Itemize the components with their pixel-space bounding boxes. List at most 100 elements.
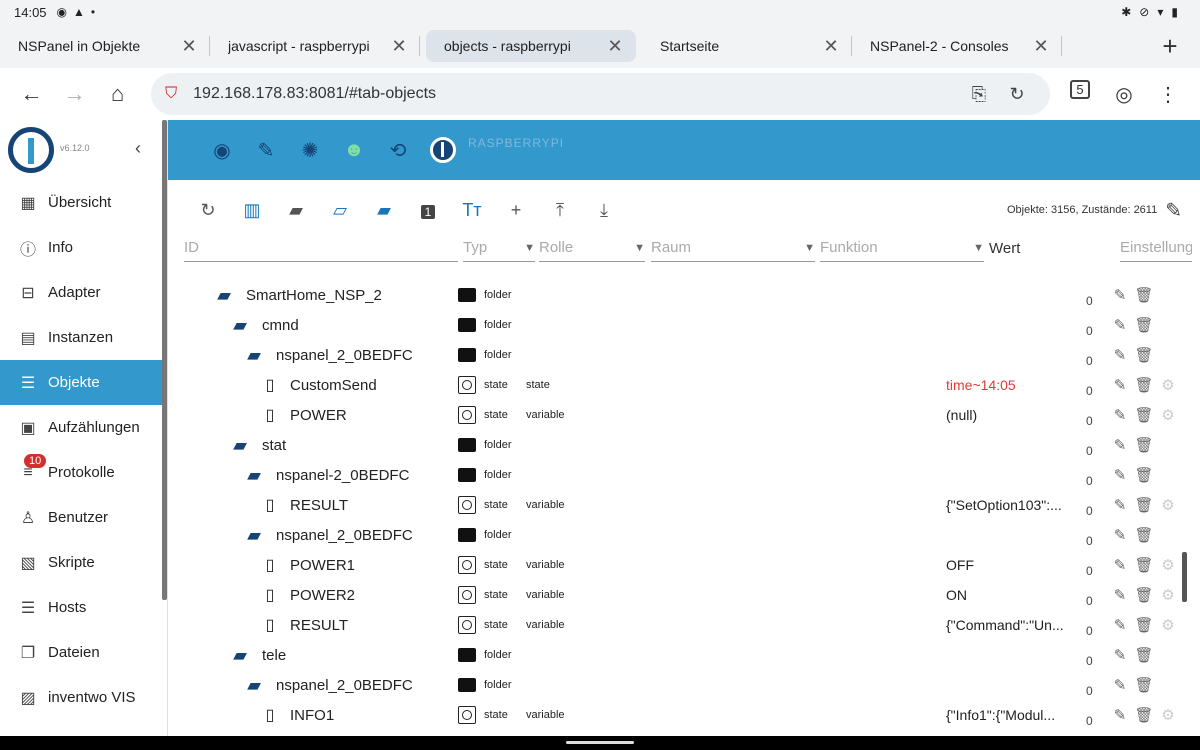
object-id[interactable]: ▯ RESULT: [262, 490, 348, 520]
object-value[interactable]: {"Command":"Un...: [946, 610, 1070, 640]
edit-icon[interactable]: ✎: [1108, 436, 1132, 454]
function-filter-select[interactable]: Funktion ▼: [820, 234, 984, 262]
tree-row[interactable]: ▰ stat folder 0 ✎ 🗑: [176, 430, 1186, 460]
sidebar-item-hosts[interactable]: ☰ Hosts: [0, 585, 167, 630]
edit-icon[interactable]: ✎: [1108, 646, 1132, 664]
object-id[interactable]: ▯ POWER: [262, 400, 347, 430]
trash-icon[interactable]: 🗑: [1132, 496, 1156, 514]
gear-icon[interactable]: ⚙: [1156, 406, 1180, 424]
gear-icon[interactable]: ⚙: [1156, 376, 1180, 394]
folder-open-icon[interactable]: ▰: [228, 645, 252, 666]
sidebar-item-aufz-hlungen[interactable]: ▣ Aufzählungen: [0, 405, 167, 450]
trash-icon[interactable]: 🗑: [1132, 316, 1156, 334]
trash-icon[interactable]: 🗑: [1132, 376, 1156, 394]
object-id[interactable]: ▰ cmnd: [228, 310, 299, 340]
edit-icon[interactable]: ✎: [1108, 706, 1132, 724]
trash-icon[interactable]: 🗑: [1132, 616, 1156, 634]
trash-icon[interactable]: 🗑: [1132, 586, 1156, 604]
url-text[interactable]: 192.168.178.83:8081/#tab-objects: [193, 85, 960, 103]
tree-row[interactable]: ▯ RESULT state variable {"Command":"Un... 0 ✎ 🗑…: [176, 610, 1186, 640]
home-icon[interactable]: ⌂: [96, 81, 139, 107]
install-app-icon[interactable]: ⎘: [960, 84, 998, 105]
edit-icon[interactable]: ✎: [1108, 586, 1132, 604]
trash-icon[interactable]: 🗑: [1132, 346, 1156, 364]
trash-icon[interactable]: 🗑: [1132, 526, 1156, 544]
tree-row[interactable]: ▯ RESULT state variable {"SetOption103":... 0…: [176, 490, 1186, 520]
edit-icon[interactable]: ✎: [1108, 406, 1132, 424]
upload-icon[interactable]: ⤒: [538, 200, 582, 221]
object-id[interactable]: ▰ stat: [228, 430, 286, 460]
folder-open-icon[interactable]: ▰: [228, 315, 252, 336]
tree-row[interactable]: ▯ INFO1 state variable {"Info1":{"Modul... 0 ✎…: [176, 700, 1186, 730]
wrench-icon[interactable]: ✎: [244, 138, 288, 163]
object-value[interactable]: ON: [946, 580, 1070, 610]
trash-icon[interactable]: 🗑: [1132, 286, 1156, 304]
edit-icon[interactable]: ✎: [1108, 556, 1132, 574]
account-icon[interactable]: ◎: [1102, 82, 1146, 107]
folder-collapse-icon[interactable]: ▰: [362, 200, 406, 221]
expert-mode-icon[interactable]: ☻: [332, 139, 376, 162]
tree-row[interactable]: ▰ nspanel_2_0BEDFC folder 0 ✎ 🗑: [176, 340, 1186, 370]
sidebar-item-adapter[interactable]: ⊟ Adapter: [0, 270, 167, 315]
id-filter-input[interactable]: ID: [184, 234, 458, 262]
edit-icon[interactable]: ✎: [1108, 616, 1132, 634]
sidebar-item-benutzer[interactable]: ♙ Benutzer: [0, 495, 167, 540]
tree-row[interactable]: ▯ POWER state variable (null) 0 ✎ 🗑 ⚙: [176, 400, 1186, 430]
trash-icon[interactable]: 🗑: [1132, 646, 1156, 664]
more-menu-icon[interactable]: ⋮: [1146, 82, 1190, 107]
new-tab-icon[interactable]: +: [1156, 31, 1184, 62]
folder-open-icon[interactable]: ▰: [242, 675, 266, 696]
object-id[interactable]: ▰ nspanel_2_0BEDFC: [242, 670, 413, 700]
object-id[interactable]: ▰ SmartHome_NSP_2: [212, 280, 382, 310]
browser-tab[interactable]: Startseite ✕: [642, 30, 852, 62]
tree-row[interactable]: ▰ nspanel-2_0BEDFC folder 0 ✎ 🗑: [176, 460, 1186, 490]
object-id[interactable]: ▰ tele: [228, 640, 286, 670]
tree-row[interactable]: ▰ tele folder 0 ✎ 🗑: [176, 640, 1186, 670]
object-value[interactable]: {"Info1":{"Modul...: [946, 700, 1070, 730]
edit-icon[interactable]: ✎: [1108, 676, 1132, 694]
trash-icon[interactable]: 🗑: [1132, 406, 1156, 424]
sidebar-item-objekte[interactable]: ☰ Objekte: [0, 360, 167, 405]
role-filter-select[interactable]: Rolle ▼: [539, 234, 645, 262]
tab-switcher-button[interactable]: 5: [1058, 79, 1102, 107]
object-id[interactable]: ▯ POWER1: [262, 550, 355, 580]
edit-icon[interactable]: ✎: [1108, 346, 1132, 364]
refresh-icon[interactable]: ↻: [186, 200, 230, 221]
download-icon[interactable]: ⤓: [582, 200, 626, 221]
browser-tab[interactable]: NSPanel-2 - Consoles ✕: [852, 30, 1062, 62]
folder-open-icon[interactable]: ▰: [228, 435, 252, 456]
theme-icon[interactable]: ✺: [288, 138, 332, 163]
gear-icon[interactable]: ⚙: [1156, 586, 1180, 604]
one-icon[interactable]: 1: [406, 200, 450, 221]
address-bar[interactable]: ⛉ 192.168.178.83:8081/#tab-objects ⎘ ↻: [151, 73, 1050, 115]
gear-icon[interactable]: ⚙: [1156, 706, 1180, 724]
folder-icon[interactable]: ▰: [274, 200, 318, 221]
close-icon[interactable]: ✕: [822, 36, 840, 57]
tree-row[interactable]: ▯ POWER1 state variable OFF 0 ✎ 🗑 ⚙: [176, 550, 1186, 580]
object-id[interactable]: ▯ INFO1: [262, 700, 335, 730]
close-icon[interactable]: ✕: [1032, 36, 1050, 57]
trash-icon[interactable]: 🗑: [1132, 436, 1156, 454]
folder-open-icon[interactable]: ▰: [212, 285, 236, 306]
edit-icon[interactable]: ✎: [1108, 466, 1132, 484]
forward-arrow-icon[interactable]: →: [53, 81, 96, 107]
trash-icon[interactable]: 🗑: [1132, 676, 1156, 694]
browser-tab[interactable]: NSPanel in Objekte ✕: [0, 30, 210, 62]
folder-open-icon[interactable]: ▱: [318, 200, 362, 221]
sidebar-item-instanzen[interactable]: ▤ Instanzen: [0, 315, 167, 360]
type-filter-select[interactable]: Typ ▼: [463, 234, 535, 262]
edit-icon[interactable]: ✎: [1108, 286, 1132, 304]
object-value[interactable]: time~14:05: [946, 370, 1070, 400]
not-secure-icon[interactable]: ⛉: [165, 85, 177, 103]
edit-icon[interactable]: ✎: [1108, 316, 1132, 334]
gear-icon[interactable]: ⚙: [1156, 496, 1180, 514]
gear-icon[interactable]: ⚙: [1156, 616, 1180, 634]
tree-row[interactable]: ▯ POWER2 state variable ON 0 ✎ 🗑 ⚙: [176, 580, 1186, 610]
reload-icon[interactable]: ↻: [998, 84, 1036, 105]
sidebar-item-info[interactable]: ⓘ Info: [0, 225, 167, 270]
home-gesture-pill[interactable]: [566, 741, 634, 744]
object-id[interactable]: ▯ RESULT: [262, 610, 348, 640]
tree-scrollbar[interactable]: [1182, 552, 1187, 602]
folder-open-icon[interactable]: ▰: [242, 525, 266, 546]
object-id[interactable]: ▰ nspanel_2_0BEDFC: [242, 340, 413, 370]
